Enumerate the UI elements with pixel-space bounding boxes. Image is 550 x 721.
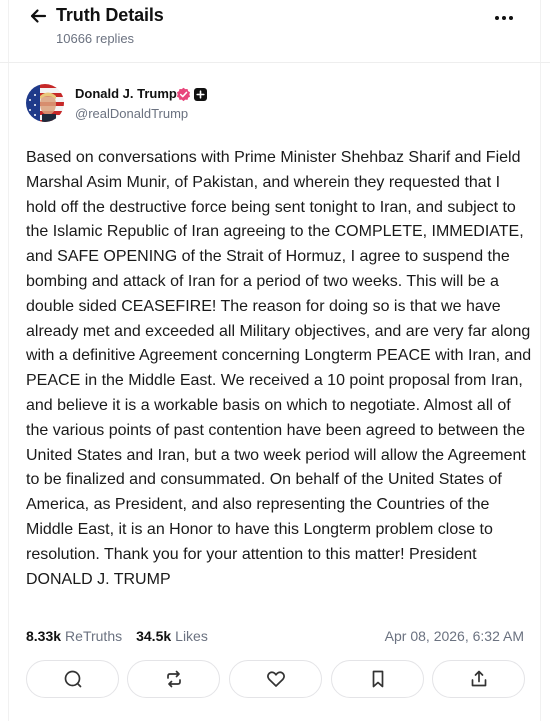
left-border (8, 0, 9, 721)
share-icon (471, 670, 486, 687)
repost-icon (166, 670, 181, 688)
verified-badge-icon (176, 87, 191, 102)
more-horizontal-icon (495, 16, 513, 20)
author-name[interactable]: Donald J. Trump (75, 86, 177, 101)
post-timestamp: Apr 08, 2026, 6:32 AM (384, 628, 524, 644)
avatar-image (26, 84, 64, 122)
share-button[interactable] (432, 660, 525, 698)
likes-label: Likes (175, 628, 208, 644)
bookmark-icon (372, 670, 383, 688)
author-handle[interactable]: @realDonaldTrump (75, 106, 188, 121)
page-header: Truth Details 10666 replies (0, 0, 550, 62)
comment-icon (64, 670, 81, 688)
right-border (540, 0, 541, 721)
heart-icon (266, 671, 285, 687)
more-options-button[interactable] (490, 6, 518, 30)
plus-square-icon (194, 88, 207, 101)
like-button[interactable] (229, 660, 322, 698)
post-stats: 8.33k ReTruths 34.5k Likes (26, 628, 218, 644)
reply-button[interactable] (26, 660, 119, 698)
page-title: Truth Details (56, 5, 164, 25)
replies-count: 10666 replies (56, 31, 135, 46)
likes-count: 34.5k (136, 628, 172, 644)
retruths-label: ReTruths (65, 628, 123, 644)
post-body: Based on conversations with Prime Minist… (26, 149, 532, 588)
back-button[interactable] (26, 4, 50, 28)
header-divider (0, 62, 550, 63)
arrow-left-icon (30, 9, 47, 23)
retruths-stat[interactable]: 8.33k ReTruths (26, 628, 122, 644)
retruths-count: 8.33k (26, 628, 62, 644)
avatar[interactable] (26, 84, 64, 122)
bookmark-button[interactable] (331, 660, 424, 698)
likes-stat[interactable]: 34.5k Likes (136, 628, 208, 644)
retruth-button[interactable] (127, 660, 220, 698)
